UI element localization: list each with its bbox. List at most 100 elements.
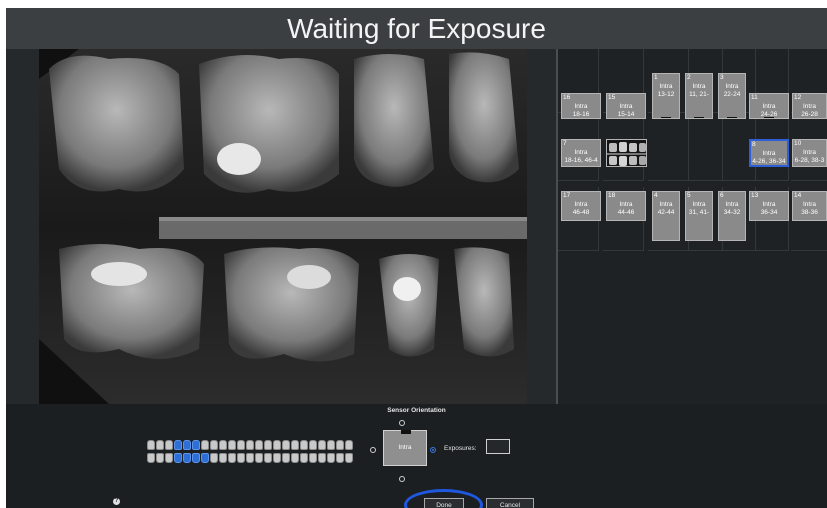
help-icon[interactable]: ?	[113, 498, 120, 505]
tile-label: Intra	[574, 149, 588, 156]
exposure-tile[interactable]: 6 Intra 34-32	[718, 191, 746, 241]
exposure-tile[interactable]: 15 Intra 15-14	[606, 93, 646, 119]
orientation-radio-left[interactable]	[370, 447, 376, 453]
tile-number: 17	[563, 192, 571, 199]
exposure-tile[interactable]: 18 Intra 44-46	[606, 191, 646, 221]
tooth-selected[interactable]	[192, 440, 200, 450]
sensor-tab	[764, 117, 774, 118]
tile-range: 31, 41-	[688, 209, 710, 216]
orientation-radio-right[interactable]	[430, 447, 436, 453]
tooth[interactable]	[300, 440, 308, 450]
tile-range: 15-14	[617, 111, 635, 118]
tooth[interactable]	[309, 440, 317, 450]
sensor-tab	[727, 117, 737, 118]
tile-label: Intra	[619, 201, 633, 208]
tooth[interactable]	[246, 440, 254, 450]
lower-tooth-chart	[147, 453, 353, 464]
tooth[interactable]	[327, 453, 335, 463]
tile-range: 18-16	[572, 111, 590, 118]
tooth-selected[interactable]	[183, 440, 191, 450]
exposure-tile[interactable]: 1 Intra 13-12	[652, 73, 680, 119]
tile-label: Intra	[692, 201, 706, 208]
tile-range: 4-26, 36-34	[752, 158, 786, 165]
tooth[interactable]	[282, 453, 290, 463]
tooth[interactable]	[147, 453, 155, 463]
tooth[interactable]	[273, 440, 281, 450]
exposure-tile[interactable]: 11 Intra 24-26	[749, 93, 789, 119]
tooth[interactable]	[228, 453, 236, 463]
exposure-tile[interactable]: 12 Intra 26-28	[792, 93, 827, 119]
tile-label: Intra	[802, 149, 816, 156]
tile-label: Intra	[659, 83, 673, 90]
tile-label: Intra	[659, 201, 673, 208]
exposure-tile[interactable]: 2 Intra 11, 21-	[685, 73, 713, 119]
exposures-field[interactable]	[486, 439, 510, 454]
tile-range: 36-34	[760, 209, 778, 216]
tooth[interactable]	[210, 440, 218, 450]
tooth[interactable]	[264, 440, 272, 450]
exposure-tile-selected[interactable]: 8 Intra 4-26, 36-34	[749, 139, 789, 167]
exposure-tile[interactable]: 16 Intra 18-16	[561, 93, 601, 119]
tooth-selected[interactable]	[183, 453, 191, 463]
orientation-radio-top[interactable]	[399, 420, 405, 426]
tile-label: Intra	[619, 103, 633, 110]
tooth[interactable]	[255, 440, 263, 450]
exposure-thumbnail[interactable]	[606, 139, 647, 167]
tooth[interactable]	[273, 453, 281, 463]
tooth[interactable]	[237, 453, 245, 463]
tooth[interactable]	[336, 453, 344, 463]
exposure-tile[interactable]: 7 Intra 18-16, 46-4	[561, 139, 601, 167]
tooth[interactable]	[291, 453, 299, 463]
tile-number: 3	[720, 74, 724, 81]
exposure-tile[interactable]: 13 Intra 36-34	[749, 191, 789, 221]
tooth-selected[interactable]	[174, 453, 182, 463]
tile-label: Intra	[762, 103, 776, 110]
tooth[interactable]	[255, 453, 263, 463]
tile-range: 44-46	[617, 209, 635, 216]
exposure-tile[interactable]: 5 Intra 31, 41-	[685, 191, 713, 241]
tile-number: 11	[751, 94, 758, 101]
tooth[interactable]	[210, 453, 218, 463]
tooth[interactable]	[327, 440, 335, 450]
tooth[interactable]	[156, 440, 164, 450]
tooth[interactable]	[147, 440, 155, 450]
bitewing-xray-graphic	[39, 49, 527, 404]
exposure-tile[interactable]: 3 Intra 22-24	[718, 73, 746, 119]
tooth[interactable]	[264, 453, 272, 463]
cancel-button[interactable]: Cancel	[486, 498, 534, 508]
tooth-selected[interactable]	[201, 453, 209, 463]
tile-label: Intra	[574, 103, 588, 110]
tooth[interactable]	[228, 440, 236, 450]
tooth[interactable]	[345, 440, 353, 450]
tooth-selected[interactable]	[192, 453, 200, 463]
tooth[interactable]	[309, 453, 317, 463]
tooth[interactable]	[156, 453, 164, 463]
exposure-tile[interactable]: 14 Intra 38-36	[792, 191, 827, 221]
tooth-selected[interactable]	[174, 440, 182, 450]
tooth[interactable]	[237, 440, 245, 450]
tile-label: Intra	[692, 83, 706, 90]
tile-number: 18	[608, 192, 616, 199]
tooth[interactable]	[318, 440, 326, 450]
tooth[interactable]	[291, 440, 299, 450]
tile-range: 6-28, 38-3	[794, 157, 825, 164]
exposure-tile[interactable]: 17 Intra 46-48	[561, 191, 601, 221]
tooth[interactable]	[165, 440, 173, 450]
orientation-radio-bottom[interactable]	[399, 476, 405, 482]
exposure-tile[interactable]: 10 Intra 6-28, 38-3	[792, 139, 827, 167]
exposure-tile[interactable]: 4 Intra 42-44	[652, 191, 680, 241]
acquisition-controls: Sensor Orientation Intra Exposures: ? Do…	[6, 404, 827, 508]
tooth[interactable]	[282, 440, 290, 450]
tooth[interactable]	[219, 440, 227, 450]
tile-label: Intra	[725, 201, 739, 208]
tile-number: 5	[687, 192, 691, 199]
tooth[interactable]	[219, 453, 227, 463]
tooth[interactable]	[336, 440, 344, 450]
tooth[interactable]	[300, 453, 308, 463]
tooth[interactable]	[201, 440, 209, 450]
tooth[interactable]	[246, 453, 254, 463]
tooth[interactable]	[345, 453, 353, 463]
tooth[interactable]	[165, 453, 173, 463]
tooth[interactable]	[318, 453, 326, 463]
tile-number: 6	[720, 192, 724, 199]
